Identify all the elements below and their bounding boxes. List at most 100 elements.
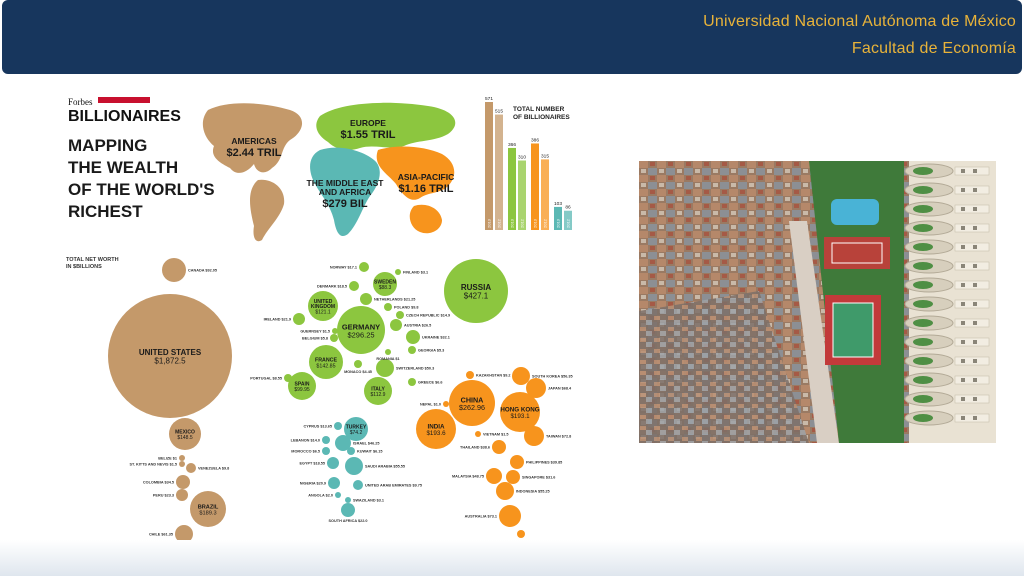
tower-window	[961, 188, 965, 192]
bubble-small-label: NEPAL $1.0	[420, 402, 441, 406]
faculty-name: Facultad de Economía	[851, 40, 1016, 57]
count-bar-year: 2012	[566, 218, 571, 228]
balcony-plant	[913, 243, 933, 251]
count-bar-year: 2012	[543, 218, 548, 228]
bubble-small-label: LEBANON $14.0	[291, 438, 320, 442]
tower-floor	[954, 318, 990, 328]
bubble-small-label: MOROCCO $6.5	[291, 449, 320, 453]
bubble-poland	[384, 303, 392, 311]
bubble-small-label: CYPRUS $13.65	[304, 424, 333, 428]
balcony-plant	[913, 167, 933, 175]
tower-floor	[954, 261, 990, 271]
bubble-small-label: PORTUGAL $8.55	[250, 376, 282, 380]
tower-floor	[954, 299, 990, 309]
bubble-small-label: SOUTH KOREA $56.35	[532, 374, 573, 378]
balcony-plant	[913, 338, 933, 346]
count-bar-year: 2013	[556, 218, 561, 228]
bubble-peru	[176, 489, 188, 501]
bubble-small-label: CANADA $92.05	[188, 268, 217, 272]
brand-red-bar	[98, 97, 150, 103]
bubble-small-label: SOUTH AFRICA $22.0	[329, 519, 368, 523]
bubble-south-korea	[512, 367, 530, 385]
title-line: RICHEST	[68, 202, 143, 221]
bubble-small-label: INDONESIA $55.25	[516, 489, 550, 493]
balcony-plant	[913, 414, 933, 422]
bubble-kazakhstan	[466, 371, 474, 379]
bubble-small-label: NORWAY $17.1	[330, 265, 357, 269]
tower-window	[973, 340, 977, 344]
tower-floor	[954, 280, 990, 290]
balcony-plant	[913, 205, 933, 213]
tower-window	[961, 169, 965, 173]
slide-header-banner: Universidad Nacional Autónoma de México …	[2, 0, 1022, 74]
count-bar-value: 386	[531, 137, 539, 143]
bubble-egypt	[327, 457, 339, 469]
swimming-pool	[831, 199, 879, 225]
bubble-small-label: GUERNSEY $1.5	[300, 329, 330, 333]
bubble-greece	[408, 378, 416, 386]
count-bar-year: 2013	[510, 218, 515, 228]
balcony-plant	[913, 357, 933, 365]
tower-window	[961, 264, 965, 268]
region-name: EUROPE	[350, 118, 386, 128]
bubble-switzerland	[376, 359, 394, 377]
region-name: AMERICAS	[231, 136, 277, 146]
bubble-ukraine	[406, 330, 420, 344]
tower-floor	[954, 185, 990, 195]
bubble-small-label: ISRAEL $46.25	[353, 441, 380, 445]
favela-contrast-photo	[639, 161, 996, 443]
bubble-small-label: PERU $23.3	[153, 493, 174, 497]
tower-floor	[954, 394, 990, 404]
count-bar-value: 86	[565, 205, 571, 211]
count-bar-value: 366	[508, 142, 516, 148]
balcony-plant	[913, 300, 933, 308]
bubble-small-label: GEORGIA $5.3	[418, 348, 444, 352]
bubble-denmark	[349, 281, 359, 291]
bubble-indonesia	[496, 482, 514, 500]
tower-window	[973, 416, 977, 420]
bubble-lebanon	[322, 436, 330, 444]
balcony-plant	[913, 262, 933, 270]
count-bar-year: 2012	[520, 218, 525, 228]
tennis-court-lower-inner	[832, 302, 874, 358]
count-bar	[495, 114, 503, 230]
bubble-st-kitts-and-nevis	[179, 461, 185, 467]
bubble-belgium	[330, 334, 338, 342]
bubble-small-label: MALAYSIA $48.75	[452, 474, 484, 478]
bubble-small-label: MONACO $4.45	[344, 370, 372, 374]
region-name: AND AFRICA	[319, 187, 372, 197]
balcony-plant	[913, 395, 933, 403]
tower-window	[973, 321, 977, 325]
bubble-value: $193.6	[426, 430, 446, 437]
bubble-small-label: COLOMBIA $34.5	[143, 480, 174, 484]
aerial-photo-illustration	[639, 161, 996, 443]
tower-floor	[954, 375, 990, 385]
tower-window	[961, 321, 965, 325]
bubble-small-label: TAIWAN $72.8	[546, 434, 571, 438]
tower-floor	[954, 356, 990, 366]
bubble-romania	[385, 349, 391, 355]
bubble-value: $189.3	[199, 511, 216, 517]
bubble-small-label: NIGERIA $20.9	[300, 481, 326, 485]
tower-window	[961, 416, 965, 420]
bubble-value: $112.9	[371, 392, 386, 398]
bubble-value: $148.5	[177, 435, 193, 441]
tennis-court-upper	[824, 237, 890, 269]
count-chart-title: TOTAL NUMBER	[513, 106, 565, 113]
tower-floor	[954, 413, 990, 423]
bubble-small-label: PHILIPPINES $39.85	[526, 460, 562, 464]
tower-window	[961, 340, 965, 344]
title-line: MAPPING	[68, 136, 147, 155]
tower-floor	[954, 204, 990, 214]
count-bar-value: 571	[485, 96, 493, 102]
tower-window	[961, 378, 965, 382]
bubble-value: $142.85	[316, 363, 335, 369]
bubble-small-label: AUSTRALIA $73.1	[465, 514, 497, 518]
count-bar-value: 103	[554, 201, 562, 207]
tower-floor	[954, 223, 990, 233]
tower-window	[973, 188, 977, 192]
bubble-value: $427.1	[464, 292, 489, 301]
bubble-small-label: FINLAND $3.1	[403, 270, 428, 274]
bubble-value: $296.25	[347, 330, 374, 339]
region-value: $1.55 TRIL	[340, 129, 395, 141]
